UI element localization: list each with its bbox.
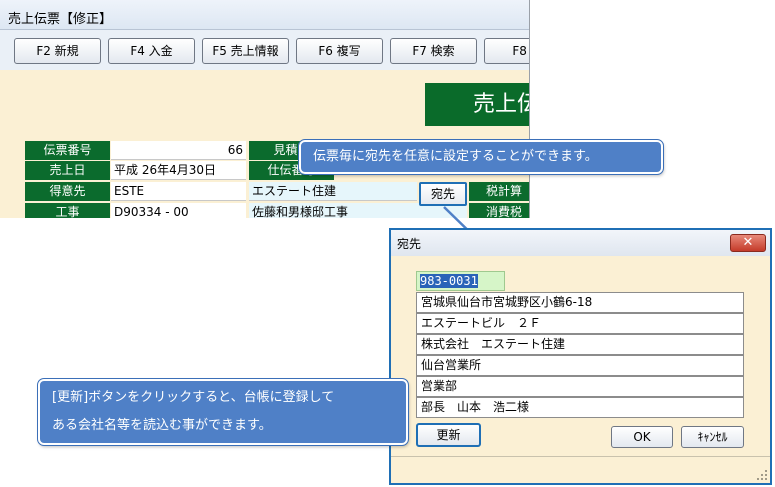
- customer-code-value[interactable]: ESTE: [111, 182, 246, 201]
- callout-line-1: [更新]ボタンをクリックすると、台帳に登録して: [52, 390, 335, 405]
- dialog-status-bar: [391, 456, 770, 483]
- sales-date-label: 売上日: [25, 161, 110, 180]
- address-line-6[interactable]: 部長 山本 浩二様: [416, 397, 744, 418]
- update-button[interactable]: 更新: [416, 423, 481, 447]
- construction-code-value[interactable]: D90334 - 00: [111, 203, 246, 218]
- address-line-5[interactable]: 営業部: [416, 376, 744, 397]
- consumption-tax-label: 消費税: [469, 203, 529, 218]
- customer-name-value: エステート住建: [249, 182, 417, 201]
- slip-number-value[interactable]: 66: [111, 141, 246, 160]
- address-line-1[interactable]: 宮城県仙台市宮城野区小鶴6-18: [416, 292, 744, 313]
- callout-address-setting: 伝票毎に宛先を任意に設定することができます。: [298, 139, 664, 175]
- f5-sales-info-button[interactable]: F5 売上情報: [202, 38, 289, 64]
- dialog-title-bar: 宛先 ✕: [391, 230, 770, 256]
- resize-grip-icon[interactable]: [756, 469, 768, 481]
- sales-date-value[interactable]: 平成 26年4月30日: [111, 161, 246, 180]
- f4-payment-button[interactable]: F4 入金: [108, 38, 195, 64]
- dialog-title: 宛先: [397, 237, 422, 251]
- ok-button[interactable]: OK: [611, 426, 673, 448]
- address-line-4[interactable]: 仙台営業所: [416, 355, 744, 376]
- customer-label: 得意先: [25, 182, 110, 201]
- zip-code-field[interactable]: 983-0031: [416, 271, 505, 291]
- function-key-toolbar: F2 新規 F4 入金 F5 売上情報 F6 複写 F7 検索 F8 参: [0, 30, 529, 70]
- f6-copy-button[interactable]: F6 複写: [296, 38, 383, 64]
- zip-code-value: 983-0031: [420, 274, 478, 288]
- cancel-button[interactable]: ｷｬﾝｾﾙ: [681, 426, 744, 448]
- construction-label: 工事: [25, 203, 110, 218]
- address-button[interactable]: 宛先: [419, 182, 467, 206]
- tax-calc-label: 税計算: [469, 182, 529, 201]
- address-line-3[interactable]: 株式会社 エステート住建: [416, 334, 744, 355]
- close-icon[interactable]: ✕: [730, 234, 766, 252]
- f8-reference-button[interactable]: F8 参: [484, 38, 529, 64]
- document-title-banner: 売上伝: [425, 83, 529, 126]
- f2-new-button[interactable]: F2 新規: [14, 38, 101, 64]
- title-bar: 売上伝票【修正】: [0, 0, 529, 30]
- window-title: 売上伝票【修正】: [8, 12, 113, 27]
- address-line-2[interactable]: エステートビル ２Ｆ: [416, 313, 744, 334]
- callout-line-2: ある会社名等を読込む事ができます。: [52, 418, 272, 433]
- address-dialog: 宛先 ✕ 983-0031 宮城県仙台市宮城野区小鶴6-18 エステートビル ２…: [389, 228, 772, 485]
- callout-update-help: [更新]ボタンをクリックすると、台帳に登録して ある会社名等を読込む事ができます…: [37, 378, 409, 446]
- f7-search-button[interactable]: F7 検索: [390, 38, 477, 64]
- slip-number-label: 伝票番号: [25, 141, 110, 160]
